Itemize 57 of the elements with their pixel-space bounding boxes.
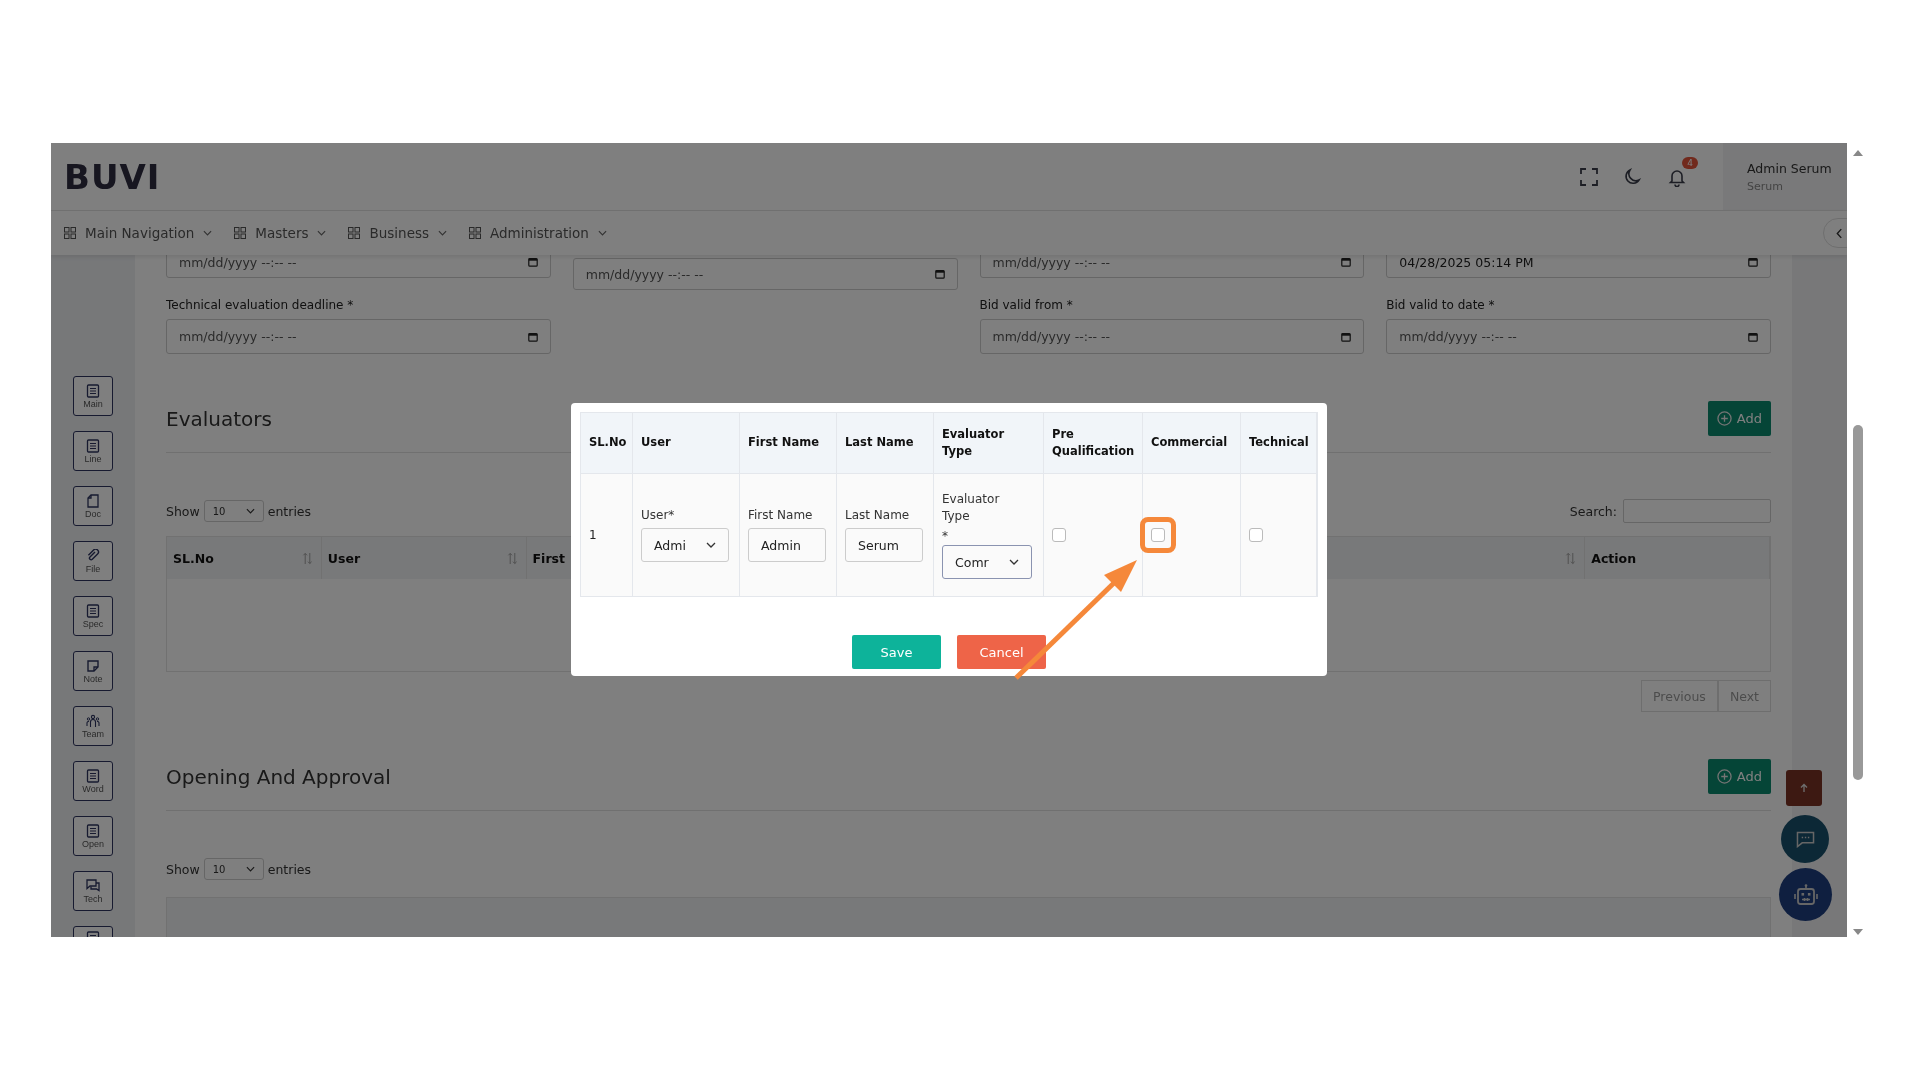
date-field[interactable]: 04/28/2025 05:14 PM [1386, 255, 1771, 278]
section-title: Evaluators [166, 406, 272, 431]
sidebar-button[interactable]: Spec [73, 596, 113, 636]
date-field[interactable]: mm/dd/yyyy --:-- -- [979, 319, 1365, 354]
field-label: User* [641, 508, 675, 522]
row-number: 1 [589, 528, 597, 542]
entries-label: entries [267, 861, 312, 877]
column-header[interactable]: User [321, 537, 527, 579]
cancel-button[interactable]: Cancel [957, 635, 1046, 669]
nav-label: Masters [255, 225, 309, 241]
date-field[interactable]: mm/dd/yyyy --:-- -- [979, 255, 1365, 278]
nav-menu[interactable]: Main Navigation [64, 225, 213, 241]
date-field[interactable]: mm/dd/yyyy --:-- -- [572, 258, 958, 290]
field-label: Bid valid to date * [1386, 298, 1496, 312]
sidebar-button[interactable]: Open [73, 816, 113, 856]
page-size-select[interactable]: 10 [203, 858, 264, 880]
field-label: Evaluator Type [942, 490, 1001, 525]
logo: BUVI [64, 156, 161, 197]
field-label: First Name [748, 508, 813, 522]
date-field[interactable]: mm/dd/yyyy --:-- -- [166, 319, 551, 354]
nav-label: Business [369, 225, 429, 241]
sidebar-button[interactable]: Doc [73, 486, 113, 526]
nav-menu[interactable]: Business [348, 225, 447, 241]
sidebar-button[interactable]: Note [73, 651, 113, 691]
show-label: Show [166, 503, 200, 519]
nav-label: Main Navigation [85, 225, 195, 241]
sidebar-button[interactable]: Team [73, 706, 113, 746]
sidebar-button[interactable]: File [73, 541, 113, 581]
date-field[interactable]: mm/dd/yyyy --:-- -- [166, 255, 551, 278]
user-select[interactable]: Admi [641, 528, 729, 562]
field-label: Last Name [845, 508, 910, 522]
sidebar-button[interactable]: Word [73, 761, 113, 801]
notification-badge: 4 [1682, 156, 1698, 169]
save-button[interactable]: Save [852, 635, 941, 669]
entries-label: entries [267, 503, 312, 519]
column-header[interactable]: Action [1585, 537, 1770, 579]
required-mark: * [942, 529, 948, 544]
add-button[interactable]: Add [1707, 759, 1771, 794]
date-field[interactable]: mm/dd/yyyy --:-- -- [1386, 319, 1771, 354]
nav-label: Administration [490, 225, 589, 241]
sidebar-button[interactable]: Line [73, 431, 113, 471]
field-label: Technical evaluation deadline * [166, 298, 355, 312]
field-label: Bid valid from * [979, 298, 1074, 312]
first-name-field[interactable]: Admin [748, 528, 826, 562]
column-header[interactable]: SL.No [167, 537, 322, 579]
section-title: Opening And Approval [166, 764, 391, 789]
page-size-select[interactable]: 10 [203, 500, 264, 522]
sidebar-button[interactable]: Tech [73, 871, 113, 911]
show-label: Show [166, 861, 200, 877]
search-label: Search: [1569, 503, 1617, 519]
last-name-field[interactable]: Serum [845, 528, 923, 562]
user-name: Admin Serum [1747, 160, 1833, 176]
sidebar-button[interactable]: Main [73, 376, 113, 416]
nav-menu[interactable]: Masters [234, 225, 327, 241]
nav-menu[interactable]: Administration [469, 225, 607, 241]
evaluator-type-select[interactable]: Comr [942, 545, 1032, 580]
add-button[interactable]: Add [1707, 401, 1771, 436]
